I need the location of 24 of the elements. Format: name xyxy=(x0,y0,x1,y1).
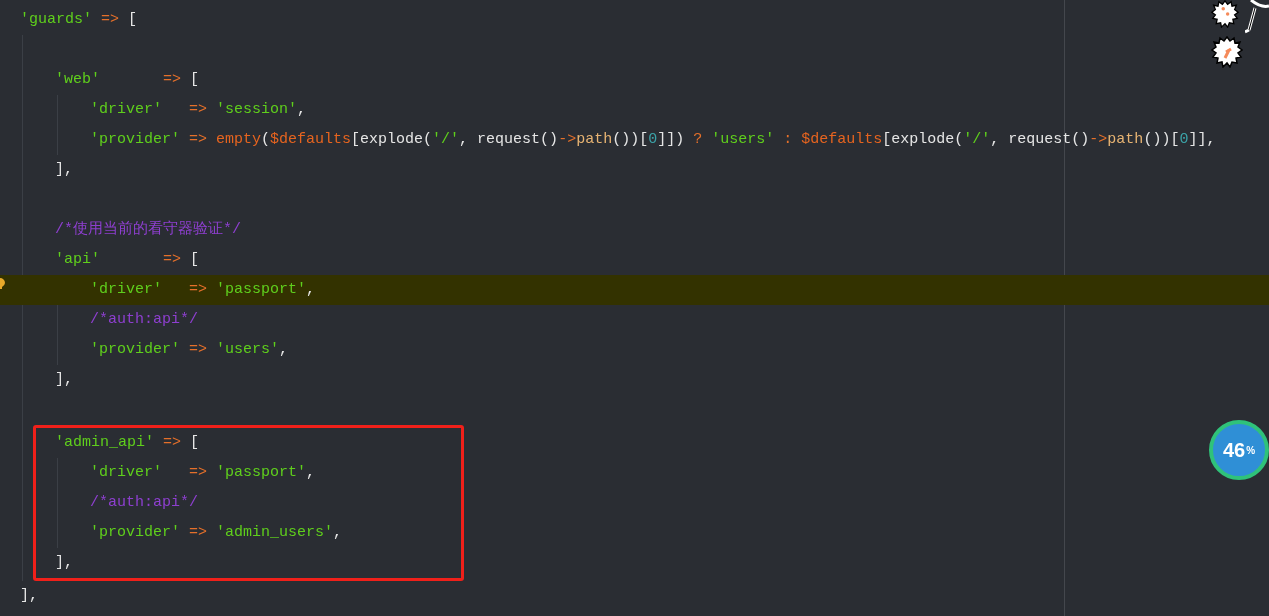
percent-unit: % xyxy=(1246,443,1256,458)
code-line: ], xyxy=(55,160,73,180)
code-line: 'api' => [ xyxy=(55,250,200,270)
code-line: /*auth:api*/ xyxy=(90,310,199,330)
code-line: 'driver' => 'session', xyxy=(90,100,307,120)
code-line: 'admin_api' => [ xyxy=(55,433,200,453)
code-line: 'provider' => empty($defaults[explode('/', request()->path())[0]]) ? 'users' : $defaults[explode('/', request()->path())[0]], xyxy=(90,130,1216,150)
code-line: /*使用当前的看守器验证*/ xyxy=(55,219,241,240)
code-line: 'provider' => 'users', xyxy=(90,340,289,360)
sticker-icon xyxy=(1209,0,1241,28)
cartoon-figure-drawing xyxy=(1245,0,1269,36)
code-line: 'provider' => 'admin_users', xyxy=(90,523,343,543)
code-line: ], xyxy=(20,586,38,606)
code-line: 'web' => [ xyxy=(55,70,200,90)
code-line: 'guards' => [ xyxy=(20,10,138,30)
sticker-icon xyxy=(1211,36,1243,68)
code-line: 'driver' => 'passport', xyxy=(90,280,316,300)
code-line: ], xyxy=(55,370,73,390)
percent-value: 46 xyxy=(1222,438,1246,463)
progress-ball-widget[interactable]: 46% xyxy=(1209,420,1269,480)
lightbulb-icon[interactable] xyxy=(0,278,6,290)
code-line: 'driver' => 'passport', xyxy=(90,463,316,483)
code-line: ], xyxy=(55,553,73,573)
code-line: /*auth:api*/ xyxy=(90,493,199,513)
